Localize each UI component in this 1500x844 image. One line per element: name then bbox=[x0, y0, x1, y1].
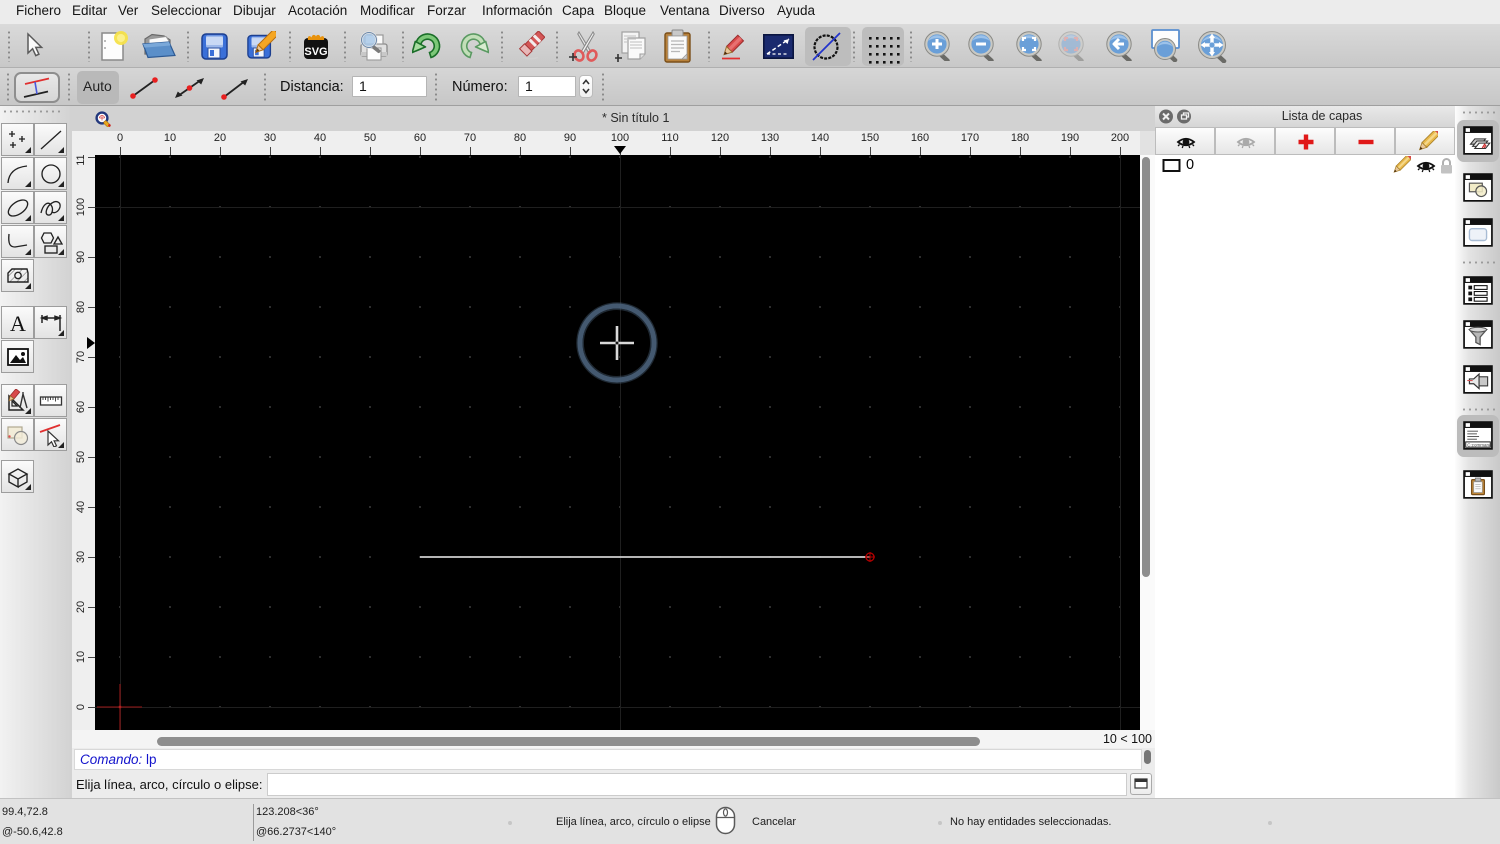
svg-text:A: A bbox=[10, 311, 26, 335]
svg-text:SVG: SVG bbox=[304, 46, 327, 58]
svg-text:C:command: C:command bbox=[1467, 442, 1492, 447]
